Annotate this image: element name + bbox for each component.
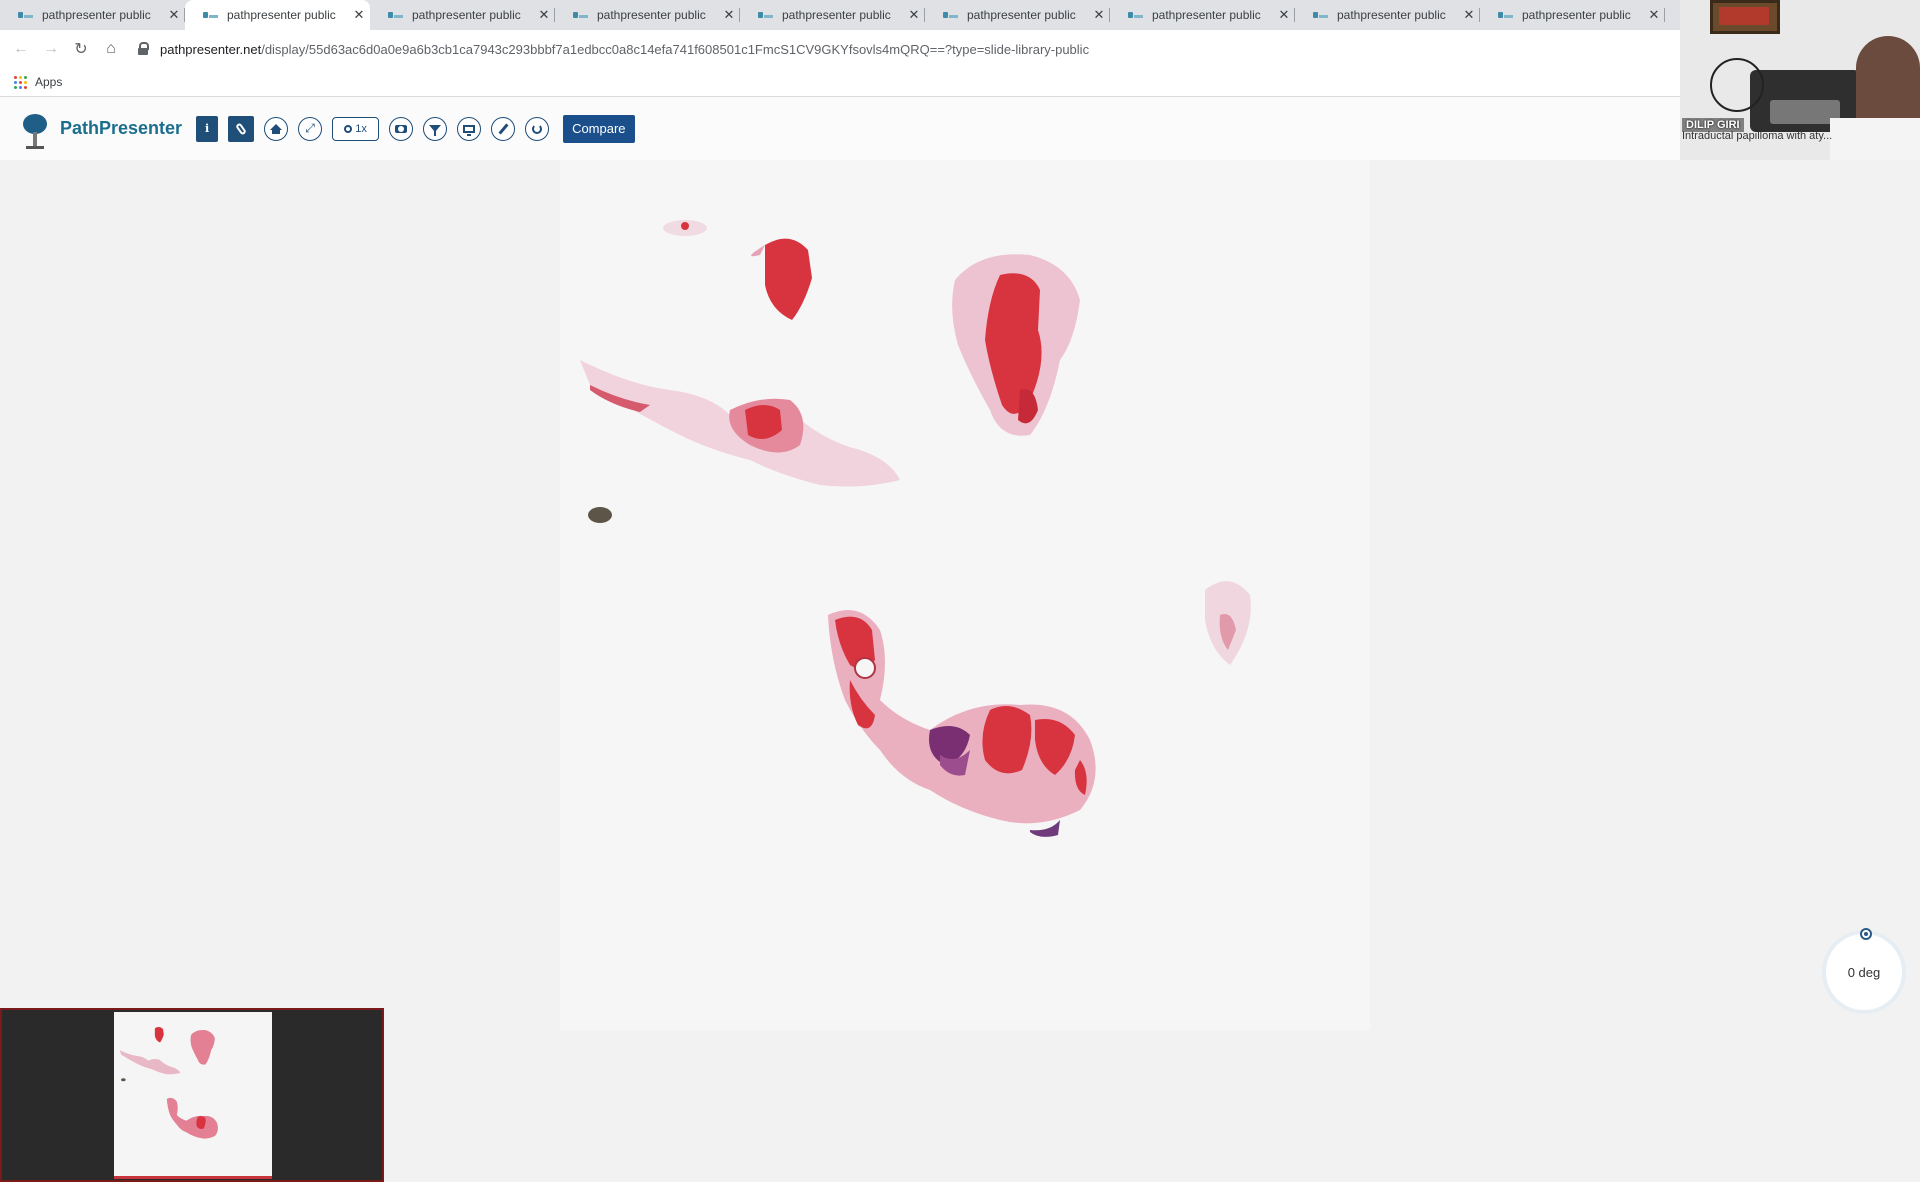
video-call-overlay: DILIP GIRI Intraductal papilloma with at…: [1680, 0, 1920, 160]
tab-title: pathpresenter public: [597, 8, 706, 22]
close-tab-icon[interactable]: ✕: [1643, 7, 1665, 23]
home-view-button[interactable]: [264, 116, 289, 141]
browser-tab[interactable]: pathpresenter public ✕: [925, 0, 1110, 30]
rotate-icon: [532, 123, 543, 134]
tab-title: pathpresenter public: [782, 8, 891, 22]
slide-caption: Intraductal papilloma with aty...: [1682, 130, 1833, 142]
app-toolbar: PathPresenter i ⤢ 1x Compare: [0, 97, 1680, 160]
browser-tab[interactable]: pathpresenter public ✕: [1110, 0, 1295, 30]
lock-icon: [136, 42, 150, 56]
compare-button[interactable]: Compare: [563, 114, 635, 143]
close-tab-icon[interactable]: ✕: [718, 7, 740, 23]
rotation-knob-icon[interactable]: [1860, 928, 1872, 940]
address-bar[interactable]: pathpresenter.net/display/55d63ac6d0a0e9…: [136, 35, 1680, 63]
pathpresenter-favicon: [388, 10, 404, 20]
zoom-level-button[interactable]: 1x: [332, 116, 380, 141]
reload-icon[interactable]: ↻: [66, 34, 96, 64]
navigator-viewport-indicator[interactable]: [114, 1176, 272, 1179]
pathpresenter-favicon: [573, 10, 589, 20]
wall-picture: [1710, 0, 1780, 34]
tab-title: pathpresenter public: [1152, 8, 1261, 22]
expand-arrows-icon: ⤢: [305, 121, 315, 135]
annotation-button[interactable]: [228, 115, 255, 142]
navigator-minimap[interactable]: [0, 1008, 384, 1182]
thumbnail-tissue-image: [119, 1026, 218, 1139]
pathpresenter-favicon: [1128, 10, 1144, 20]
forward-icon[interactable]: →: [36, 34, 66, 64]
fullscreen-button[interactable]: ⤢: [298, 116, 323, 141]
browser-tab-strip: pathpresenter public ✕ pathpresenter publi…: [0, 0, 1680, 30]
browser-tab[interactable]: pathpresenter public ✕: [1295, 0, 1480, 30]
back-icon[interactable]: ←: [6, 34, 36, 64]
info-button[interactable]: i: [196, 115, 219, 142]
brand-name: PathPresenter: [60, 118, 183, 138]
bookmarks-bar: Apps: [0, 68, 1680, 97]
paperclip-icon: [235, 121, 247, 136]
browser-tab[interactable]: pathpresenter public ✕: [740, 0, 925, 30]
pathpresenter-favicon: [758, 10, 774, 20]
pathpresenter-favicon: [203, 10, 219, 20]
tab-title: pathpresenter public: [967, 8, 1076, 22]
browser-tab[interactable]: pathpresenter public ✕: [1480, 0, 1665, 30]
pathpresenter-logo[interactable]: PathPresenter: [18, 108, 182, 150]
url-host: pathpresenter.net: [160, 41, 262, 57]
present-button[interactable]: [457, 116, 482, 141]
home-icon[interactable]: ⌂: [96, 34, 126, 64]
monitor-icon: [463, 124, 476, 136]
close-tab-icon[interactable]: ✕: [533, 7, 555, 23]
browser-tab[interactable]: pathpresenter public ✕: [370, 0, 555, 30]
close-tab-icon[interactable]: ✕: [1458, 7, 1480, 23]
camera-icon: [395, 124, 408, 133]
draw-button[interactable]: [491, 116, 516, 141]
navigator-thumbnail[interactable]: [114, 1012, 272, 1178]
pencil-icon: [498, 122, 509, 135]
close-tab-icon[interactable]: ✕: [1273, 7, 1295, 23]
pathpresenter-favicon: [18, 10, 34, 20]
apps-bookmark[interactable]: Apps: [35, 75, 62, 89]
snapshot-button[interactable]: [389, 116, 414, 141]
url-path: /display/55d63ac6d0a0e9a6b3cb1ca7943c293…: [261, 41, 1090, 57]
pathpresenter-favicon: [943, 10, 959, 20]
apps-grid-icon[interactable]: [14, 75, 27, 89]
tab-title: pathpresenter public: [42, 8, 151, 22]
browser-toolbar: ← → ↻ ⌂ pathpresenter.net/display/55d63a…: [0, 30, 1680, 68]
presenter-shirt: [1830, 118, 1920, 160]
magnifier-icon: [344, 124, 353, 133]
pathpresenter-favicon: [1498, 10, 1514, 20]
whole-slide-image[interactable]: [560, 160, 1370, 1030]
pathpresenter-favicon: [1313, 10, 1329, 20]
microscope-globe-icon: [18, 108, 54, 150]
browser-tab[interactable]: pathpresenter public ✕: [555, 0, 740, 30]
tab-title: pathpresenter public: [1522, 8, 1631, 22]
tissue-image: [580, 220, 1251, 837]
tab-title: pathpresenter public: [227, 8, 336, 22]
close-tab-icon[interactable]: ✕: [348, 7, 370, 23]
close-tab-icon[interactable]: ✕: [1088, 7, 1110, 23]
zoom-level-label: 1x: [355, 122, 367, 135]
rotation-label: 0 deg: [1847, 964, 1881, 980]
filter-button[interactable]: [423, 116, 448, 141]
slide-viewer[interactable]: [0, 160, 1920, 1182]
house-icon: [270, 124, 283, 134]
rotate-button[interactable]: [525, 116, 550, 141]
funnel-icon: [429, 125, 442, 136]
close-tab-icon[interactable]: ✕: [903, 7, 925, 23]
browser-tab[interactable]: pathpresenter public ✕: [0, 0, 185, 30]
browser-tab[interactable]: pathpresenter public ✕: [185, 0, 370, 30]
tab-title: pathpresenter public: [1337, 8, 1446, 22]
tab-title: pathpresenter public: [412, 8, 521, 22]
rotation-dial[interactable]: 0 deg: [1822, 928, 1906, 1014]
close-tab-icon[interactable]: ✕: [163, 7, 185, 23]
